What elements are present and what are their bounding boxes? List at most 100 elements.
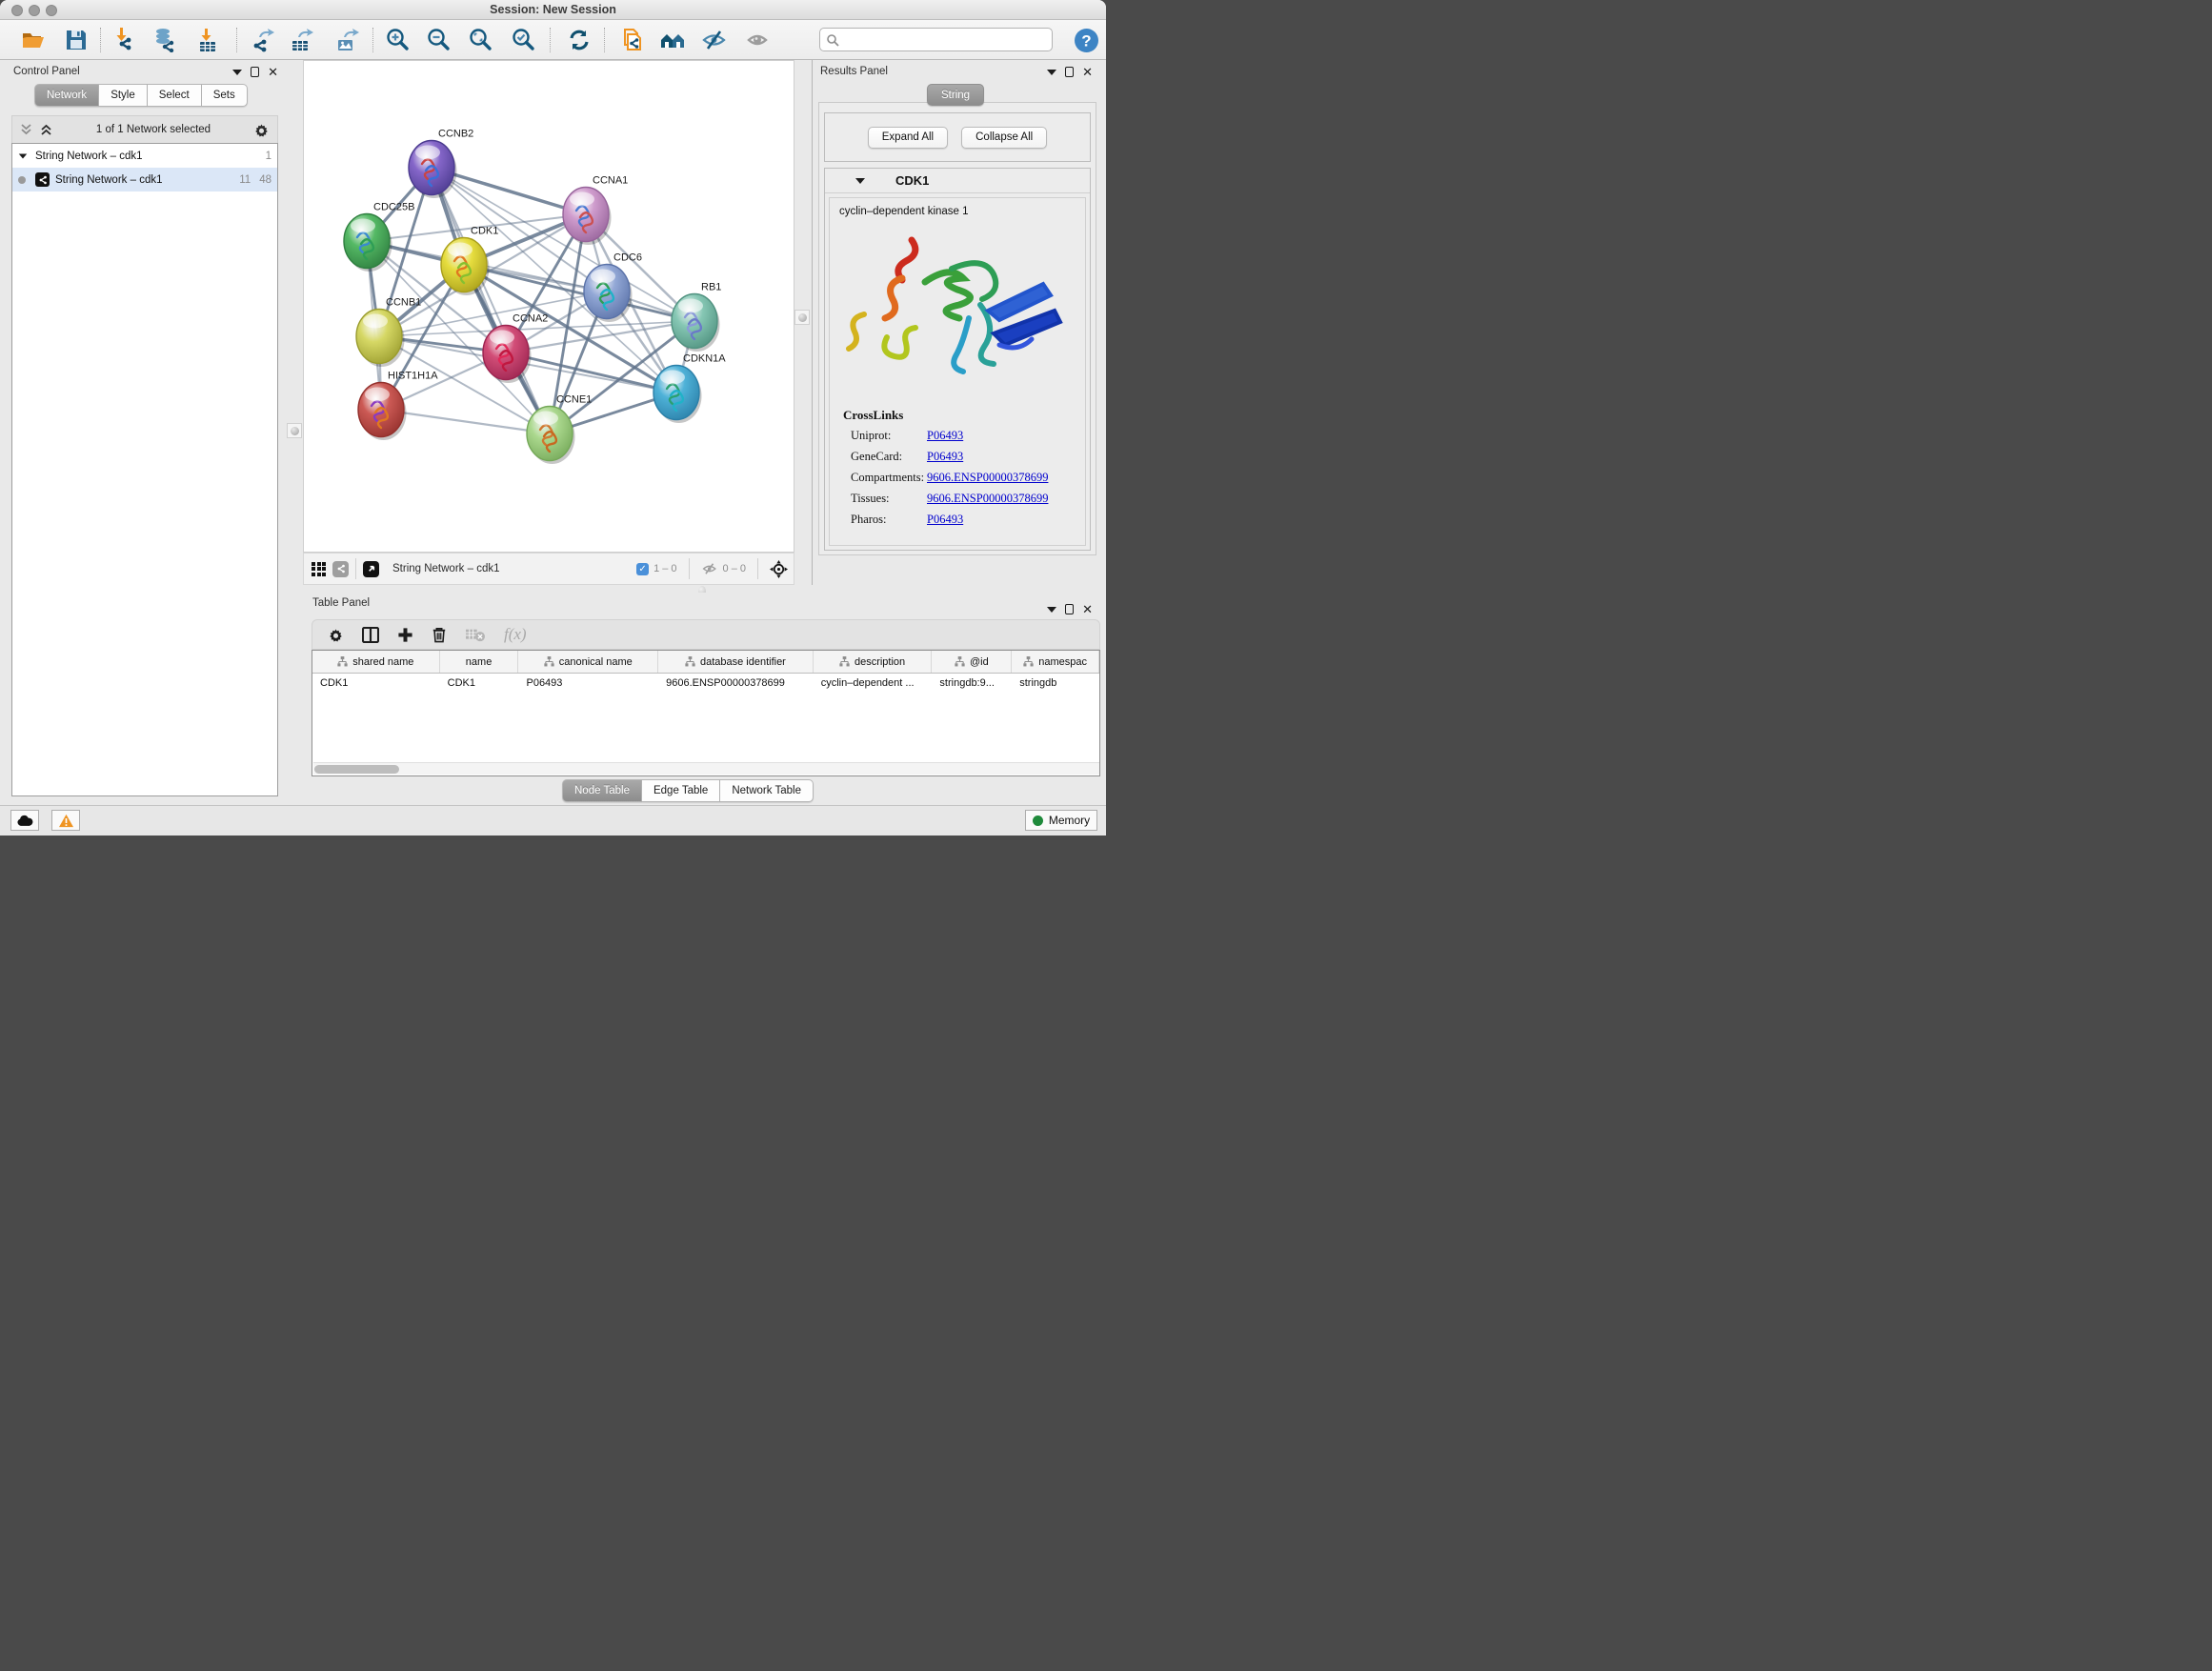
- crosslinks-block: CrossLinks Uniprot:P06493GeneCard:P06493…: [843, 408, 1048, 534]
- table-settings-gear-icon[interactable]: [328, 627, 344, 643]
- export-image-button[interactable]: [332, 26, 361, 54]
- panel-menu-icon[interactable]: [232, 70, 242, 75]
- gear-icon[interactable]: [253, 122, 270, 138]
- pan-crosshair-icon[interactable]: [770, 560, 788, 578]
- export-network-button[interactable]: [248, 26, 276, 54]
- column-header-namespac[interactable]: namespac: [1012, 651, 1099, 673]
- node-cdkn1a[interactable]: CDKN1A: [654, 353, 726, 424]
- float-panel-icon[interactable]: [1065, 604, 1074, 614]
- splitter-handle[interactable]: [287, 423, 302, 438]
- open-session-button[interactable]: [19, 26, 48, 54]
- zoom-fit-button[interactable]: [467, 26, 495, 54]
- table-row[interactable]: CDK1CDK1P064939606.ENSP00000378699cyclin…: [312, 674, 1099, 695]
- new-network-from-selection-button[interactable]: [617, 26, 646, 54]
- import-table-button[interactable]: [193, 26, 222, 54]
- memory-status-dot: [1033, 815, 1043, 826]
- memory-label: Memory: [1049, 814, 1090, 827]
- edge-ccna2-cdkn1a[interactable]: [506, 352, 676, 393]
- crosslink-link[interactable]: P06493: [927, 450, 963, 464]
- table-cell[interactable]: P06493: [518, 674, 658, 695]
- panel-menu-icon[interactable]: [1047, 607, 1056, 613]
- column-header-database-identifier[interactable]: database identifier: [658, 651, 814, 673]
- close-panel-icon[interactable]: ✕: [1082, 604, 1093, 614]
- first-neighbors-button[interactable]: [658, 26, 687, 54]
- show-all-button[interactable]: [743, 26, 772, 54]
- edge-hist1h1a-ccne1[interactable]: [381, 410, 550, 433]
- node-ccna1[interactable]: CCNA1: [563, 175, 628, 246]
- left-splitter[interactable]: [286, 60, 303, 585]
- add-column-icon[interactable]: [362, 627, 379, 643]
- save-session-button[interactable]: [62, 26, 90, 54]
- tab-network-table[interactable]: Network Table: [720, 779, 814, 802]
- column-header-canonical-name[interactable]: canonical name: [518, 651, 658, 673]
- table-horizontal-scrollbar[interactable]: [313, 762, 1100, 775]
- cdk1-section-header[interactable]: CDK1: [825, 169, 1090, 193]
- tab-string[interactable]: String: [927, 84, 984, 106]
- tab-select[interactable]: Select: [148, 84, 202, 107]
- crosslink-link[interactable]: P06493: [927, 429, 963, 443]
- network-collection-row[interactable]: String Network – cdk1 1: [12, 144, 277, 168]
- close-panel-icon[interactable]: ✕: [1082, 67, 1093, 77]
- import-network-database-button[interactable]: [150, 26, 178, 54]
- edge-ccnb2-ccne1[interactable]: [432, 168, 550, 433]
- grid-view-icon[interactable]: [312, 562, 326, 576]
- node-rb1[interactable]: RB1: [672, 282, 721, 352]
- zoom-in-button[interactable]: [384, 26, 412, 54]
- expand-all-button[interactable]: Expand All: [868, 127, 948, 149]
- tab-edge-table[interactable]: Edge Table: [642, 779, 720, 802]
- node-ccnb2[interactable]: CCNB2: [409, 129, 473, 199]
- column-header-description[interactable]: description: [814, 651, 933, 673]
- cloud-status-button[interactable]: [10, 810, 39, 831]
- collapse-section-icon[interactable]: [855, 178, 865, 184]
- crosslink-link[interactable]: 9606.ENSP00000378699: [927, 492, 1048, 506]
- zoom-selected-button[interactable]: [510, 26, 538, 54]
- close-panel-icon[interactable]: ✕: [268, 67, 278, 77]
- add-row-plus-icon[interactable]: [397, 627, 413, 643]
- scrollbar-thumb[interactable]: [314, 765, 399, 774]
- tab-style[interactable]: Style: [99, 84, 148, 107]
- zoom-out-button[interactable]: [425, 26, 453, 54]
- network-row-selected[interactable]: String Network – cdk1 11 48: [12, 168, 277, 191]
- tab-sets[interactable]: Sets: [202, 84, 248, 107]
- selected-checkbox-icon[interactable]: ✓: [636, 563, 649, 575]
- search-input[interactable]: [819, 28, 1053, 51]
- crosslink-link[interactable]: P06493: [927, 513, 963, 527]
- network-canvas[interactable]: CCNB2CCNA1CDC25BCDK1CDC6RB1CCNB1CCNA2CDK…: [303, 60, 794, 553]
- table-cell[interactable]: cyclin–dependent ...: [814, 674, 933, 695]
- collapse-all-button[interactable]: Collapse All: [961, 127, 1047, 149]
- table-cell[interactable]: stringdb: [1012, 674, 1099, 695]
- table-header-row: shared namenamecanonical namedatabase id…: [312, 651, 1099, 674]
- table-cell[interactable]: CDK1: [312, 674, 440, 695]
- collapse-all-icon[interactable]: [19, 123, 33, 136]
- column-header-shared-name[interactable]: shared name: [312, 651, 440, 673]
- delete-trash-icon[interactable]: [432, 626, 447, 643]
- tab-node-table[interactable]: Node Table: [562, 779, 642, 802]
- column-header--id[interactable]: @id: [932, 651, 1012, 673]
- tab-network[interactable]: Network: [34, 84, 99, 107]
- crosslink-link[interactable]: 9606.ENSP00000378699: [927, 471, 1048, 485]
- column-header-name[interactable]: name: [440, 651, 519, 673]
- node-hist1h1a[interactable]: HIST1H1A: [358, 371, 438, 441]
- refresh-button[interactable]: [565, 26, 593, 54]
- gene-description: cyclin–dependent kinase 1: [830, 198, 1085, 217]
- table-cell[interactable]: stringdb:9...: [932, 674, 1012, 695]
- float-panel-icon[interactable]: [1065, 67, 1074, 77]
- float-panel-icon[interactable]: [251, 67, 259, 77]
- expand-all-icon[interactable]: [39, 123, 53, 136]
- detach-view-icon[interactable]: [363, 561, 379, 577]
- import-network-file-button[interactable]: [109, 26, 137, 54]
- memory-button[interactable]: Memory: [1025, 810, 1097, 831]
- right-splitter[interactable]: [794, 60, 812, 585]
- node-cdk1[interactable]: CDK1: [441, 226, 498, 296]
- warning-status-button[interactable]: [51, 810, 80, 831]
- string-view-icon[interactable]: [332, 561, 349, 577]
- export-table-button[interactable]: [287, 26, 315, 54]
- table-cell[interactable]: CDK1: [440, 674, 519, 695]
- table-cell[interactable]: 9606.ENSP00000378699: [658, 674, 814, 695]
- splitter-handle[interactable]: [794, 310, 810, 325]
- collapse-icon[interactable]: [19, 153, 28, 158]
- hide-selected-button[interactable]: [700, 26, 729, 54]
- panel-menu-icon[interactable]: [1047, 70, 1056, 75]
- help-button[interactable]: ?: [1072, 26, 1100, 54]
- node-table[interactable]: shared namenamecanonical namedatabase id…: [312, 650, 1100, 776]
